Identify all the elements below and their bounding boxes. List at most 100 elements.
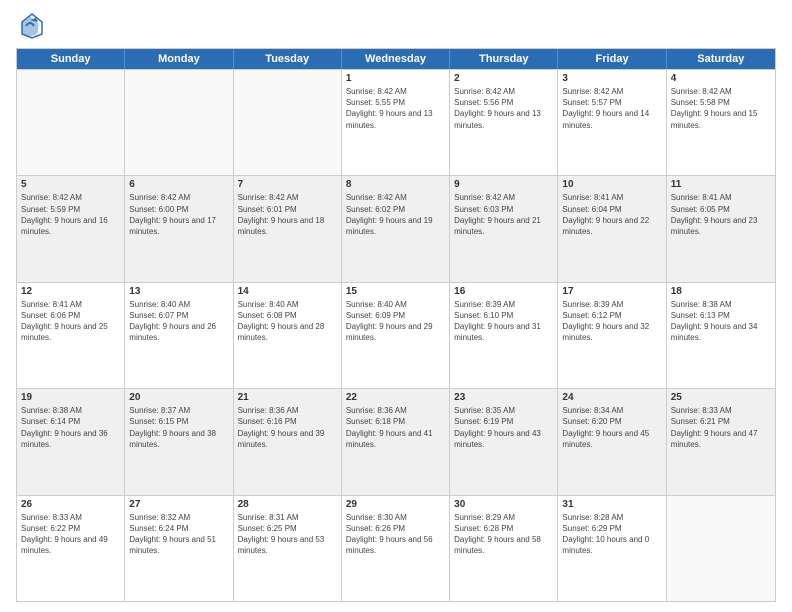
header-cell-friday: Friday — [558, 49, 666, 69]
header-cell-tuesday: Tuesday — [234, 49, 342, 69]
calendar-cell-r1c4: 9 Sunrise: 8:42 AM Sunset: 6:03 PM Daylig… — [450, 176, 558, 281]
calendar-body: 1 Sunrise: 8:42 AM Sunset: 5:55 PM Daylig… — [17, 69, 775, 601]
day-info: Sunrise: 8:31 AM Sunset: 6:25 PM Dayligh… — [238, 512, 337, 557]
day-info: Sunrise: 8:41 AM Sunset: 6:06 PM Dayligh… — [21, 299, 120, 344]
day-number: 25 — [671, 392, 771, 403]
day-number: 9 — [454, 179, 553, 190]
calendar-cell-r1c6: 11 Sunrise: 8:41 AM Sunset: 6:05 PM Dayli… — [667, 176, 775, 281]
day-info: Sunrise: 8:42 AM Sunset: 6:03 PM Dayligh… — [454, 192, 553, 237]
calendar-cell-r1c5: 10Sunrise: 8:41 AM Sunset: 6:04 PM Dayli… — [558, 176, 666, 281]
calendar-cell-r3c3: 22Sunrise: 8:36 AM Sunset: 6:18 PM Dayli… — [342, 389, 450, 494]
day-info: Sunrise: 8:42 AM Sunset: 6:02 PM Dayligh… — [346, 192, 445, 237]
calendar-cell-r1c0: 5Sunrise: 8:42 AM Sunset: 5:59 PM Daylig… — [17, 176, 125, 281]
calendar-cell-r3c1: 20 Sunrise: 8:37 AM Sunset: 6:15 PM Dayli… — [125, 389, 233, 494]
calendar-row-2: 12 Sunrise: 8:41 AM Sunset: 6:06 PM Dayli… — [17, 282, 775, 388]
day-info: Sunrise: 8:42 AM Sunset: 5:59 PM Dayligh… — [21, 192, 120, 237]
calendar-cell-r3c6: 25 Sunrise: 8:33 AM Sunset: 6:21 PM Dayli… — [667, 389, 775, 494]
calendar-cell-r4c0: 26Sunrise: 8:33 AM Sunset: 6:22 PM Dayli… — [17, 496, 125, 601]
calendar-cell-r3c0: 19 Sunrise: 8:38 AM Sunset: 6:14 PM Dayli… — [17, 389, 125, 494]
calendar-cell-r0c0 — [17, 70, 125, 175]
day-number: 29 — [346, 499, 445, 510]
header-cell-monday: Monday — [125, 49, 233, 69]
day-info: Sunrise: 8:33 AM Sunset: 6:21 PM Dayligh… — [671, 405, 771, 450]
day-number: 15 — [346, 286, 445, 297]
day-number: 3 — [562, 73, 661, 84]
day-number: 23 — [454, 392, 553, 403]
day-info: Sunrise: 8:42 AM Sunset: 5:58 PM Dayligh… — [671, 86, 771, 131]
day-number: 18 — [671, 286, 771, 297]
day-number: 12 — [21, 286, 120, 297]
day-number: 21 — [238, 392, 337, 403]
calendar-cell-r1c1: 6Sunrise: 8:42 AM Sunset: 6:00 PM Daylig… — [125, 176, 233, 281]
calendar-cell-r0c4: 2 Sunrise: 8:42 AM Sunset: 5:56 PM Daylig… — [450, 70, 558, 175]
calendar-cell-r0c3: 1 Sunrise: 8:42 AM Sunset: 5:55 PM Daylig… — [342, 70, 450, 175]
day-info: Sunrise: 8:41 AM Sunset: 6:04 PM Dayligh… — [562, 192, 661, 237]
day-number: 13 — [129, 286, 228, 297]
calendar-cell-r4c4: 30 Sunrise: 8:29 AM Sunset: 6:28 PM Dayli… — [450, 496, 558, 601]
calendar: SundayMondayTuesdayWednesdayThursdayFrid… — [16, 48, 776, 602]
calendar-header: SundayMondayTuesdayWednesdayThursdayFrid… — [17, 49, 775, 69]
day-number: 20 — [129, 392, 228, 403]
logo — [16, 12, 48, 40]
day-number: 1 — [346, 73, 445, 84]
header-cell-sunday: Sunday — [17, 49, 125, 69]
calendar-row-4: 26Sunrise: 8:33 AM Sunset: 6:22 PM Dayli… — [17, 495, 775, 601]
calendar-cell-r2c4: 16Sunrise: 8:39 AM Sunset: 6:10 PM Dayli… — [450, 283, 558, 388]
day-number: 28 — [238, 499, 337, 510]
calendar-cell-r0c6: 4Sunrise: 8:42 AM Sunset: 5:58 PM Daylig… — [667, 70, 775, 175]
logo-icon — [16, 12, 44, 40]
calendar-cell-r4c6 — [667, 496, 775, 601]
header-cell-thursday: Thursday — [450, 49, 558, 69]
day-number: 11 — [671, 179, 771, 190]
day-number: 31 — [562, 499, 661, 510]
calendar-cell-r1c3: 8 Sunrise: 8:42 AM Sunset: 6:02 PM Daylig… — [342, 176, 450, 281]
day-info: Sunrise: 8:40 AM Sunset: 6:09 PM Dayligh… — [346, 299, 445, 344]
day-info: Sunrise: 8:37 AM Sunset: 6:15 PM Dayligh… — [129, 405, 228, 450]
day-info: Sunrise: 8:40 AM Sunset: 6:08 PM Dayligh… — [238, 299, 337, 344]
day-number: 2 — [454, 73, 553, 84]
day-info: Sunrise: 8:42 AM Sunset: 6:01 PM Dayligh… — [238, 192, 337, 237]
calendar-cell-r3c2: 21 Sunrise: 8:36 AM Sunset: 6:16 PM Dayli… — [234, 389, 342, 494]
day-number: 17 — [562, 286, 661, 297]
day-number: 30 — [454, 499, 553, 510]
calendar-cell-r2c1: 13 Sunrise: 8:40 AM Sunset: 6:07 PM Dayli… — [125, 283, 233, 388]
day-info: Sunrise: 8:40 AM Sunset: 6:07 PM Dayligh… — [129, 299, 228, 344]
day-number: 26 — [21, 499, 120, 510]
calendar-cell-r2c6: 18 Sunrise: 8:38 AM Sunset: 6:13 PM Dayli… — [667, 283, 775, 388]
calendar-cell-r0c5: 3 Sunrise: 8:42 AM Sunset: 5:57 PM Daylig… — [558, 70, 666, 175]
day-info: Sunrise: 8:39 AM Sunset: 6:12 PM Dayligh… — [562, 299, 661, 344]
calendar-cell-r0c1 — [125, 70, 233, 175]
calendar-row-0: 1 Sunrise: 8:42 AM Sunset: 5:55 PM Daylig… — [17, 69, 775, 175]
page: SundayMondayTuesdayWednesdayThursdayFrid… — [0, 0, 792, 612]
day-info: Sunrise: 8:35 AM Sunset: 6:19 PM Dayligh… — [454, 405, 553, 450]
day-number: 8 — [346, 179, 445, 190]
header-cell-wednesday: Wednesday — [342, 49, 450, 69]
day-info: Sunrise: 8:42 AM Sunset: 5:57 PM Dayligh… — [562, 86, 661, 131]
day-number: 27 — [129, 499, 228, 510]
day-info: Sunrise: 8:41 AM Sunset: 6:05 PM Dayligh… — [671, 192, 771, 237]
day-number: 24 — [562, 392, 661, 403]
day-info: Sunrise: 8:36 AM Sunset: 6:18 PM Dayligh… — [346, 405, 445, 450]
day-info: Sunrise: 8:30 AM Sunset: 6:26 PM Dayligh… — [346, 512, 445, 557]
day-info: Sunrise: 8:32 AM Sunset: 6:24 PM Dayligh… — [129, 512, 228, 557]
day-number: 14 — [238, 286, 337, 297]
calendar-cell-r4c1: 27 Sunrise: 8:32 AM Sunset: 6:24 PM Dayli… — [125, 496, 233, 601]
day-info: Sunrise: 8:38 AM Sunset: 6:14 PM Dayligh… — [21, 405, 120, 450]
calendar-cell-r1c2: 7 Sunrise: 8:42 AM Sunset: 6:01 PM Daylig… — [234, 176, 342, 281]
day-number: 19 — [21, 392, 120, 403]
day-info: Sunrise: 8:28 AM Sunset: 6:29 PM Dayligh… — [562, 512, 661, 557]
day-info: Sunrise: 8:42 AM Sunset: 6:00 PM Dayligh… — [129, 192, 228, 237]
day-info: Sunrise: 8:38 AM Sunset: 6:13 PM Dayligh… — [671, 299, 771, 344]
calendar-cell-r4c5: 31 Sunrise: 8:28 AM Sunset: 6:29 PM Dayli… — [558, 496, 666, 601]
day-number: 7 — [238, 179, 337, 190]
calendar-row-1: 5Sunrise: 8:42 AM Sunset: 5:59 PM Daylig… — [17, 175, 775, 281]
calendar-row-3: 19 Sunrise: 8:38 AM Sunset: 6:14 PM Dayli… — [17, 388, 775, 494]
day-info: Sunrise: 8:34 AM Sunset: 6:20 PM Dayligh… — [562, 405, 661, 450]
day-info: Sunrise: 8:29 AM Sunset: 6:28 PM Dayligh… — [454, 512, 553, 557]
calendar-cell-r4c3: 29 Sunrise: 8:30 AM Sunset: 6:26 PM Dayli… — [342, 496, 450, 601]
day-info: Sunrise: 8:42 AM Sunset: 5:56 PM Dayligh… — [454, 86, 553, 131]
day-info: Sunrise: 8:36 AM Sunset: 6:16 PM Dayligh… — [238, 405, 337, 450]
day-info: Sunrise: 8:42 AM Sunset: 5:55 PM Dayligh… — [346, 86, 445, 131]
calendar-cell-r0c2 — [234, 70, 342, 175]
calendar-cell-r2c3: 15 Sunrise: 8:40 AM Sunset: 6:09 PM Dayli… — [342, 283, 450, 388]
